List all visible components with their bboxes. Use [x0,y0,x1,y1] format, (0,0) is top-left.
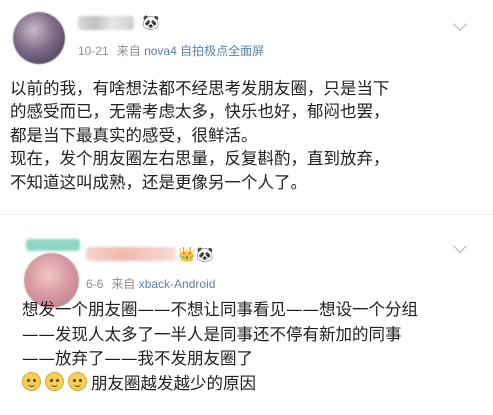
post-time: 10-21 [78,44,109,58]
chevron-down-icon[interactable] [452,16,468,32]
post-from-label: 来自 [111,277,136,291]
laughing-emoji-icon [22,371,41,391]
post-1: 🐼 10-21 来自 nova4 自拍极点全面屏 以前的我，有啥想法都不经思考发朋… [0,0,493,214]
crown-emoji-icon: 👑 [178,247,196,263]
chevron-down-icon[interactable] [452,238,468,254]
post-line: 想发一个朋友圈——不想让同事看见——想设一个分组 [22,300,418,319]
post-line: ——放弃了——我不发朋友圈了 [22,349,253,368]
post-line: ——发现人太多了一半人是同事还不停有新加的同事 [22,324,402,344]
badge-blurred [26,239,80,251]
panda-emoji-icon: 🐼 [196,247,214,263]
post-from-label: 来自 [116,44,141,58]
post-line: 都是当下最真实的感受，很鲜活。 [10,125,258,145]
laughing-emoji-icon [45,371,64,391]
panda-emoji-icon: 🐼 [142,15,160,31]
post-line: 现在，发个朋友圈左右思量，反复斟酌，直到放弃， [10,149,390,169]
post-last-line-text: 朋友圈越发越少的原因 [91,373,256,393]
post-body: 想发一个朋友圈——不想让同事看见——想设一个分组 ——发现人太多了一半人是同事还… [22,298,483,396]
avatar[interactable] [13,12,65,64]
post-last-line: 朋友圈越发越少的原因 [22,371,483,397]
post-line: 不知道这叫成熟，还是更像另一个人了。 [10,172,307,192]
post-body: 以前的我，有啥想法都不经思考发朋友圈，只是当下 的感受而已，无需考虑太多，快乐也… [10,77,483,194]
post-meta: 6-6 来自 xback-Android [86,275,215,292]
post-source[interactable]: nova4 自拍极点全面屏 [144,44,264,58]
laughing-emoji-icon [68,371,87,391]
post-2: 👑 🐼 6-6 来自 xback-Android 想发一个朋友圈——不想让同事看见… [0,214,493,415]
post-source[interactable]: xback-Android [139,277,216,291]
post-time: 6-6 [86,277,104,291]
username-blurred[interactable] [78,16,134,30]
username-blurred[interactable] [86,247,176,261]
post-line: 以前的我，有啥想法都不经思考发朋友圈，只是当下 [10,79,390,98]
post-line: 的感受而已，无需考虑太多，快乐也好，郁闷也罢， [10,102,390,122]
post-meta: 10-21 来自 nova4 自拍极点全面屏 [78,42,264,59]
